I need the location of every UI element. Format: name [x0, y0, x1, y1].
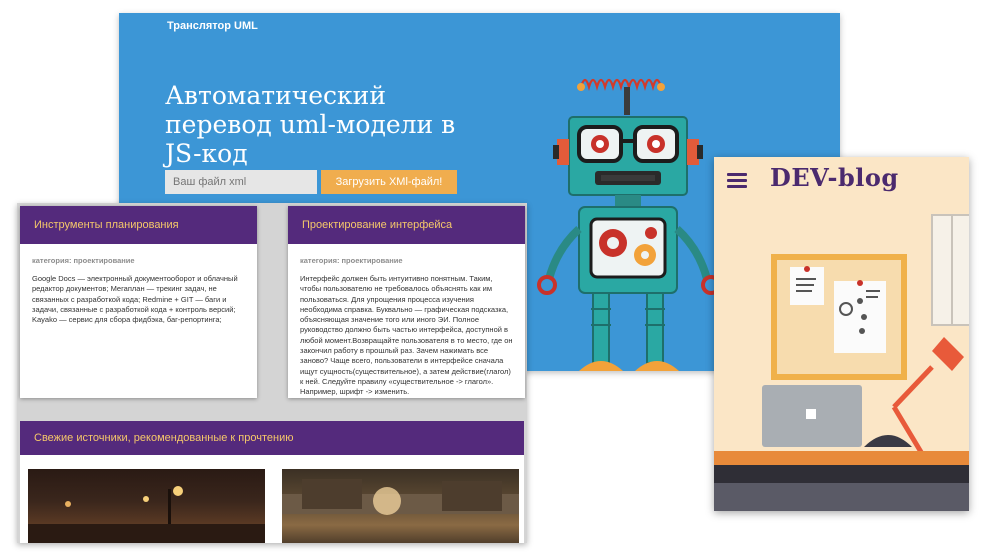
card-title[interactable]: Инструменты планирования [20, 206, 257, 244]
card-category: категория: проектирование [32, 256, 135, 265]
sources-heading: Свежие источники, рекомендованные к проч… [20, 421, 524, 455]
blog-cards-panel: Инструменты планирования категория: прое… [17, 203, 527, 543]
couple-scene-image [282, 479, 519, 515]
desk-workspace-illustration [714, 214, 969, 511]
card-interface-design[interactable]: Проектирование интерфейса категория: про… [288, 206, 525, 398]
card-category: категория: проектирование [300, 256, 403, 265]
xml-file-input[interactable] [165, 170, 317, 194]
card-text: Интерфейс должен быть интуитивно понятны… [300, 274, 513, 397]
hero-headline: Автоматический перевод uml-модели в JS-к… [165, 81, 456, 168]
card-text: Google Docs — электронный документооборо… [32, 274, 238, 325]
robot-illustration [537, 78, 721, 371]
brand-title[interactable]: Транслятор UML [167, 20, 258, 32]
sources-list [20, 455, 524, 543]
upload-xml-button[interactable]: Загрузить XMl-файл! [321, 170, 457, 194]
dev-blog-logo[interactable]: DEV-blog [770, 163, 899, 192]
street-scene-image [28, 486, 265, 543]
source-photo-couple[interactable] [282, 469, 519, 543]
card-planning-tools[interactable]: Инструменты планирования категория: прое… [20, 206, 257, 398]
dev-blog-panel: DEV-blog [714, 157, 969, 511]
hamburger-menu-icon[interactable] [727, 173, 747, 189]
card-title[interactable]: Проектирование интерфейса [288, 206, 525, 244]
source-photo-street[interactable] [28, 469, 265, 543]
